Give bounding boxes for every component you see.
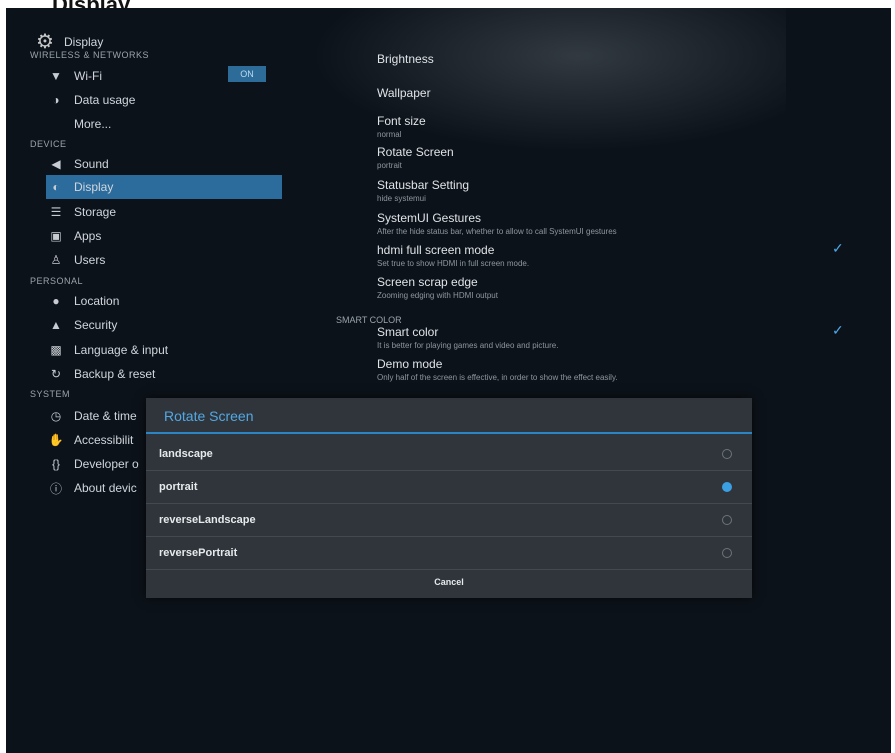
pref-summary: Zooming edging with HDMI output: [377, 291, 498, 300]
users-icon: ♙: [50, 253, 62, 267]
wifi-icon: ▼: [50, 69, 62, 83]
pref-rotate-screen[interactable]: Rotate Screen portrait: [377, 145, 454, 170]
pref-summary: After the hide status bar, whether to al…: [377, 227, 617, 236]
dialog-title-divider: [146, 432, 752, 434]
braces-icon: {}: [51, 457, 60, 471]
dialog-title: Rotate Screen: [164, 408, 254, 424]
section-device: DEVICE: [30, 139, 67, 149]
brightness-icon: ◐: [52, 180, 60, 194]
option-landscape[interactable]: landscape: [146, 438, 752, 471]
sidebar-item-label: More...: [74, 117, 112, 131]
sidebar-item-security[interactable]: ▲ Security: [46, 313, 282, 337]
sidebar-item-label: Users: [74, 253, 106, 267]
radio-button[interactable]: [722, 548, 732, 558]
clock-icon: ◷: [50, 409, 62, 423]
pref-title: Screen scrap edge: [377, 275, 478, 289]
radio-button[interactable]: [722, 449, 732, 459]
pref-title: Demo mode: [377, 357, 443, 371]
pref-summary: Set true to show HDMI in full screen mod…: [377, 259, 530, 268]
sidebar-item-label: Wi-Fi: [74, 69, 102, 83]
keyboard-icon: ▩: [50, 343, 62, 357]
location-pin-icon: ●: [52, 294, 60, 308]
sidebar-item-label: Sound: [74, 157, 109, 171]
sidebar-item-more[interactable]: More...: [46, 112, 282, 136]
pref-brightness[interactable]: Brightness: [377, 52, 434, 66]
pref-title: Wallpaper: [377, 86, 431, 100]
data-usage-icon: ◑: [52, 93, 60, 107]
sidebar-item-label: Data usage: [74, 93, 136, 107]
accessibility-icon: ✋: [48, 433, 64, 447]
pref-statusbar[interactable]: Statusbar Setting hide systemui: [377, 178, 469, 203]
sidebar-item-label: Accessibilit: [74, 433, 134, 447]
option-label: landscape: [159, 448, 213, 460]
storage-icon: ☰: [50, 205, 62, 219]
pref-smart-color[interactable]: Smart color It is better for playing gam…: [377, 325, 558, 350]
option-reverse-landscape[interactable]: reverseLandscape: [146, 504, 752, 537]
option-portrait[interactable]: portrait: [146, 471, 752, 504]
wifi-toggle[interactable]: ON: [228, 66, 266, 82]
sidebar-item-users[interactable]: ♙ Users: [46, 248, 282, 272]
smart-color-checkmark-icon[interactable]: ✓: [832, 322, 844, 339]
pref-font-size[interactable]: Font size normal: [377, 114, 426, 139]
radio-button[interactable]: [722, 515, 732, 525]
sidebar-item-language[interactable]: ▩ Language & input: [46, 338, 282, 362]
sidebar-item-location[interactable]: ● Location: [46, 289, 282, 313]
pref-summary: hide systemui: [377, 194, 426, 203]
radio-button-selected[interactable]: [722, 482, 732, 492]
sidebar-item-display[interactable]: ◐ Display: [46, 175, 282, 199]
sidebar-item-storage[interactable]: ☰ Storage: [46, 200, 282, 224]
pref-summary: portrait: [377, 161, 402, 170]
info-icon: ⓘ: [49, 481, 62, 496]
sidebar-item-sound[interactable]: ◀ Sound: [46, 152, 282, 176]
pref-title: hdmi full screen mode: [377, 243, 495, 257]
sidebar-item-label: Display: [74, 180, 114, 194]
sidebar-item-backup[interactable]: ↻ Backup & reset: [46, 362, 282, 386]
hdmi-checkmark-icon[interactable]: ✓: [832, 240, 844, 257]
pref-title: Statusbar Setting: [377, 178, 470, 192]
android-settings-screen: ⚙ Display WIRELESS & NETWORKS ▼ Wi-Fi ON…: [6, 8, 891, 753]
option-label: reversePortrait: [159, 547, 238, 559]
backup-icon: ↻: [50, 367, 62, 381]
option-label: reverseLandscape: [159, 514, 256, 526]
wallpaper-glare: [266, 8, 786, 168]
header-title: Display: [64, 35, 104, 49]
pref-summary: normal: [377, 130, 402, 139]
section-personal: PERSONAL: [30, 276, 84, 286]
pref-demo-mode[interactable]: Demo mode Only half of the screen is eff…: [377, 357, 618, 382]
option-label: portrait: [159, 481, 198, 493]
sidebar-item-label: Security: [74, 318, 118, 332]
sidebar-item-label: Backup & reset: [74, 367, 156, 381]
sidebar-item-label: Apps: [74, 229, 102, 243]
sidebar-item-apps[interactable]: ▣ Apps: [46, 224, 282, 248]
sidebar-item-label: Date & time: [74, 409, 137, 423]
sidebar-item-label: About devic: [74, 481, 137, 495]
section-smart-color: SMART COLOR: [336, 315, 402, 325]
sidebar-item-label: Language & input: [74, 343, 169, 357]
sidebar-item-label: Location: [74, 294, 120, 308]
lock-icon: ▲: [50, 318, 62, 332]
section-wireless: WIRELESS & NETWORKS: [30, 50, 150, 60]
sidebar-item-label: Developer o: [74, 457, 139, 471]
pref-wallpaper[interactable]: Wallpaper: [377, 86, 431, 100]
apps-icon: ▣: [50, 229, 62, 243]
pref-hdmi-full-screen[interactable]: hdmi full screen mode Set true to show H…: [377, 243, 529, 268]
cancel-button[interactable]: Cancel: [146, 570, 752, 594]
pref-title: Font size: [377, 114, 426, 128]
pref-title: Rotate Screen: [377, 145, 454, 159]
pref-summary: Only half of the screen is effective, in…: [377, 373, 618, 382]
pref-summary: It is better for playing games and video…: [377, 341, 559, 350]
speaker-icon: ◀: [51, 157, 61, 171]
sidebar-item-label: Storage: [74, 205, 117, 219]
section-system: SYSTEM: [30, 389, 71, 399]
pref-screen-scrap-edge[interactable]: Screen scrap edge Zooming edging with HD…: [377, 275, 498, 300]
pref-title: SystemUI Gestures: [377, 211, 482, 225]
option-reverse-portrait[interactable]: reversePortrait: [146, 537, 752, 570]
pref-title: Brightness: [377, 52, 434, 66]
rotate-screen-dialog: Rotate Screen landscape portrait reverse…: [146, 398, 752, 598]
pref-title: Smart color: [377, 325, 439, 339]
pref-systemui-gestures[interactable]: SystemUI Gestures After the hide status …: [377, 211, 617, 236]
sidebar-item-data-usage[interactable]: ◑ Data usage: [46, 88, 282, 112]
